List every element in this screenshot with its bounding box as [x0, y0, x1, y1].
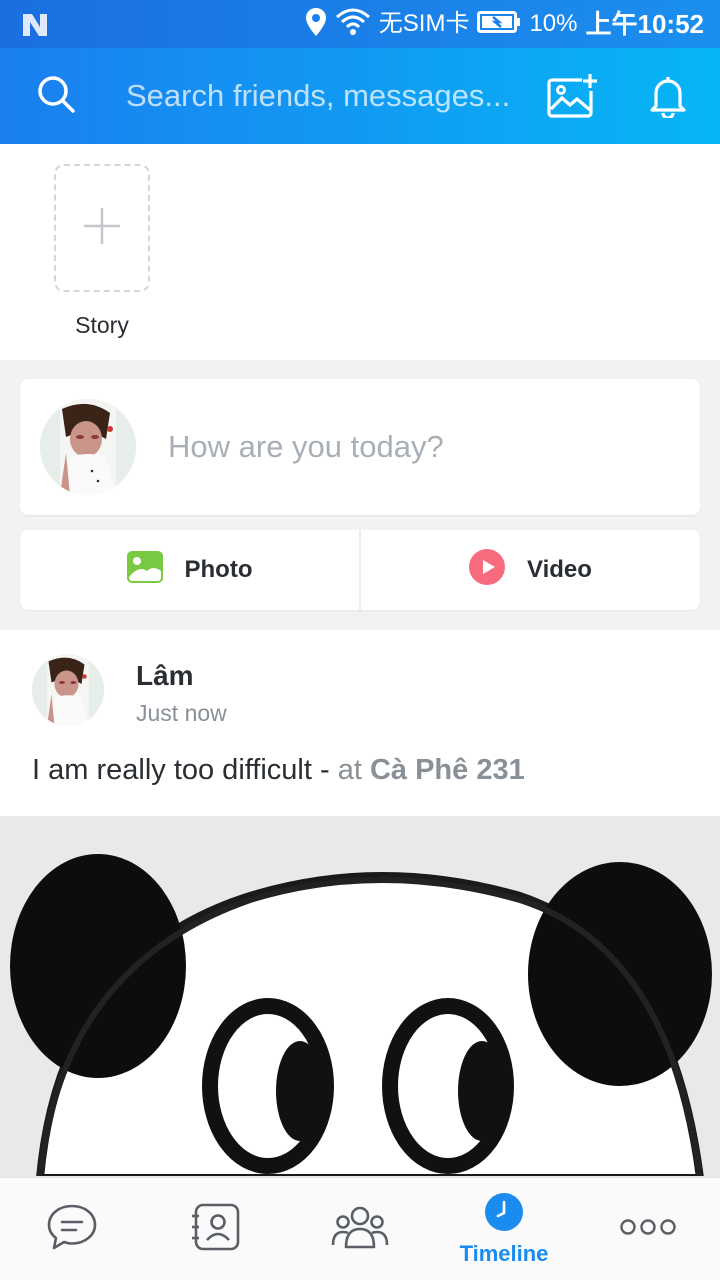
nav-contacts[interactable]: [144, 1178, 288, 1280]
post-at-word: at: [337, 754, 370, 786]
post-image[interactable]: [0, 816, 720, 1178]
clock-icon: [484, 1192, 524, 1237]
chat-icon: [46, 1203, 98, 1256]
story-label: Story: [75, 312, 129, 338]
top-search-bar: Search friends, messages...: [0, 48, 720, 144]
wifi-icon: [335, 7, 371, 42]
video-label: Video: [527, 556, 592, 583]
video-icon: [469, 548, 506, 592]
panda-image: [0, 816, 720, 1178]
composer-input[interactable]: How are you today?: [168, 429, 444, 465]
bell-icon[interactable]: [640, 68, 696, 124]
battery-icon: [477, 10, 521, 39]
post-composer[interactable]: How are you today?: [20, 379, 700, 515]
add-story-button[interactable]: [54, 164, 150, 292]
search-icon[interactable]: [36, 74, 76, 119]
photo-icon: [126, 550, 163, 590]
media-action-row: Photo Video: [20, 530, 700, 610]
nav-groups[interactable]: [288, 1178, 432, 1280]
post-avatar[interactable]: [32, 654, 104, 726]
add-photo-icon[interactable]: [544, 68, 600, 124]
nav-timeline-label: Timeline: [459, 1240, 549, 1266]
more-icon: [619, 1218, 677, 1241]
photo-label: Photo: [184, 556, 253, 583]
plus-icon: [82, 206, 122, 251]
nav-timeline[interactable]: Timeline: [432, 1178, 576, 1280]
post-author-name[interactable]: Lâm: [136, 660, 194, 692]
carrier-text: 无SIM卡: [378, 10, 470, 37]
post-location-link[interactable]: Cà Phê 231: [370, 754, 525, 786]
nav-more[interactable]: [576, 1178, 720, 1280]
status-bar: 无SIM卡 10% 上午10:52: [0, 0, 720, 48]
network-logo-icon: [20, 9, 52, 39]
post-timestamp: Just now: [136, 700, 227, 726]
battery-percent: 10%: [529, 10, 578, 37]
feed-post: Lâm Just now I am really too difficult -…: [0, 630, 720, 816]
contacts-icon: [191, 1202, 241, 1257]
avatar[interactable]: [40, 399, 136, 495]
search-input[interactable]: Search friends, messages...: [126, 78, 544, 114]
clock-time: 上午10:52: [585, 9, 705, 39]
location-icon: [305, 7, 327, 42]
post-body: I am really too difficult -: [32, 754, 338, 786]
story-section: Story: [0, 144, 720, 360]
post-text: I am really too difficult - at Cà Phê 23…: [32, 754, 525, 787]
bottom-navigation: Timeline: [0, 1176, 720, 1280]
nav-messages[interactable]: [0, 1178, 144, 1280]
photo-button[interactable]: Photo: [20, 530, 359, 610]
video-button[interactable]: Video: [359, 530, 700, 610]
group-icon: [331, 1205, 389, 1254]
